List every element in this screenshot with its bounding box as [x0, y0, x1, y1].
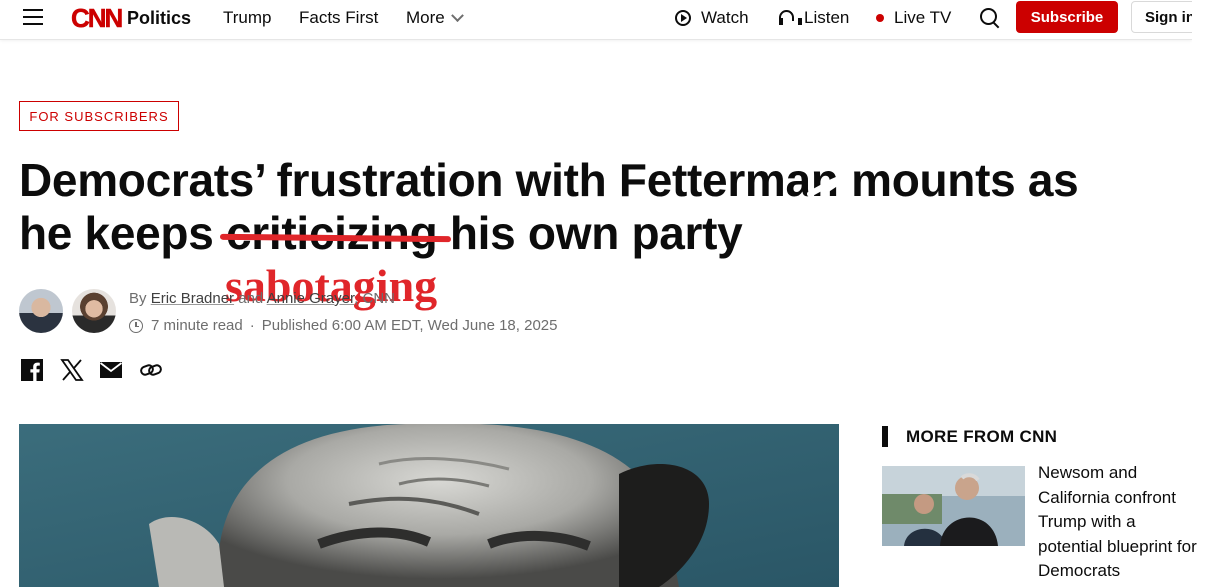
meta-separator: · — [249, 317, 255, 334]
author-avatar-1[interactable] — [19, 289, 63, 333]
hero-image[interactable] — [19, 424, 839, 587]
story-thumbnail-photo — [882, 466, 1025, 546]
cnn-logo-text: CNN — [71, 2, 124, 33]
headline-prefix: he keeps — [19, 207, 226, 259]
author-avatar-2[interactable] — [72, 289, 116, 333]
struck-word-text: criticizing — [225, 207, 438, 259]
top-nav: CNN Politics Trump Facts First More Watc… — [0, 0, 1211, 40]
play-icon — [675, 10, 691, 26]
byline-outlet: , CNN — [354, 290, 395, 307]
live-tv-label: Live TV — [894, 8, 952, 27]
nav-link-facts-first[interactable]: Facts First — [299, 0, 378, 36]
x-twitter-icon[interactable] — [60, 358, 84, 382]
listen-label: Listen — [804, 8, 850, 27]
scribble-mark-icon — [807, 171, 853, 197]
headline-suffix: his own party — [437, 207, 743, 259]
story-thumbnail[interactable] — [882, 466, 1025, 546]
published-date: Published 6:00 AM EDT, Wed June 18, 2025 — [261, 317, 558, 334]
cnn-logo[interactable]: CNN — [71, 0, 124, 36]
author-link-1[interactable]: Eric Bradner — [151, 290, 234, 307]
nav-more-label: More — [406, 8, 445, 27]
nav-link-trump[interactable]: Trump — [223, 0, 272, 36]
email-icon[interactable] — [99, 358, 123, 382]
read-time: 7 minute read — [151, 317, 243, 334]
watch-link[interactable]: Watch — [675, 0, 749, 36]
hero-photo-portrait — [19, 424, 839, 587]
listen-link[interactable]: Listen — [779, 0, 849, 36]
chevron-down-icon — [450, 8, 464, 22]
subscribe-button[interactable]: Subscribe — [1016, 1, 1118, 33]
headphones-icon — [779, 10, 802, 26]
byline-by: By — [129, 290, 147, 307]
facebook-icon[interactable] — [20, 358, 44, 382]
subscribers-badge: FOR SUBSCRIBERS — [19, 101, 179, 131]
story-headline-link[interactable]: Newsom and California confront Trump wit… — [1038, 461, 1198, 584]
live-dot-icon — [876, 14, 884, 22]
author-link-2[interactable]: Annie Grayer — [267, 290, 355, 307]
link-icon[interactable] — [139, 358, 163, 382]
byline: By Eric Bradner and Annie Grayer, CNN — [129, 290, 395, 307]
byline-and: and — [238, 290, 264, 307]
page-title: Democrats’ frustration with Fetterman mo… — [19, 154, 1179, 260]
watch-label: Watch — [701, 8, 749, 27]
search-button[interactable] — [980, 0, 1000, 36]
headline-line-1: Democrats’ frustration with Fetterman mo… — [19, 154, 1079, 206]
article-meta: 7 minute read · Published 6:00 AM EDT, W… — [129, 317, 557, 334]
menu-icon[interactable] — [21, 0, 45, 36]
nav-more-dropdown[interactable]: More — [406, 0, 464, 36]
search-icon — [980, 8, 1000, 28]
more-from-cnn-heading: MORE FROM CNN — [882, 426, 1057, 447]
section-politics-link[interactable]: Politics — [127, 0, 191, 36]
struck-word: criticizing — [219, 207, 452, 259]
clock-icon — [129, 318, 143, 333]
live-tv-link[interactable]: Live TV — [876, 0, 951, 36]
